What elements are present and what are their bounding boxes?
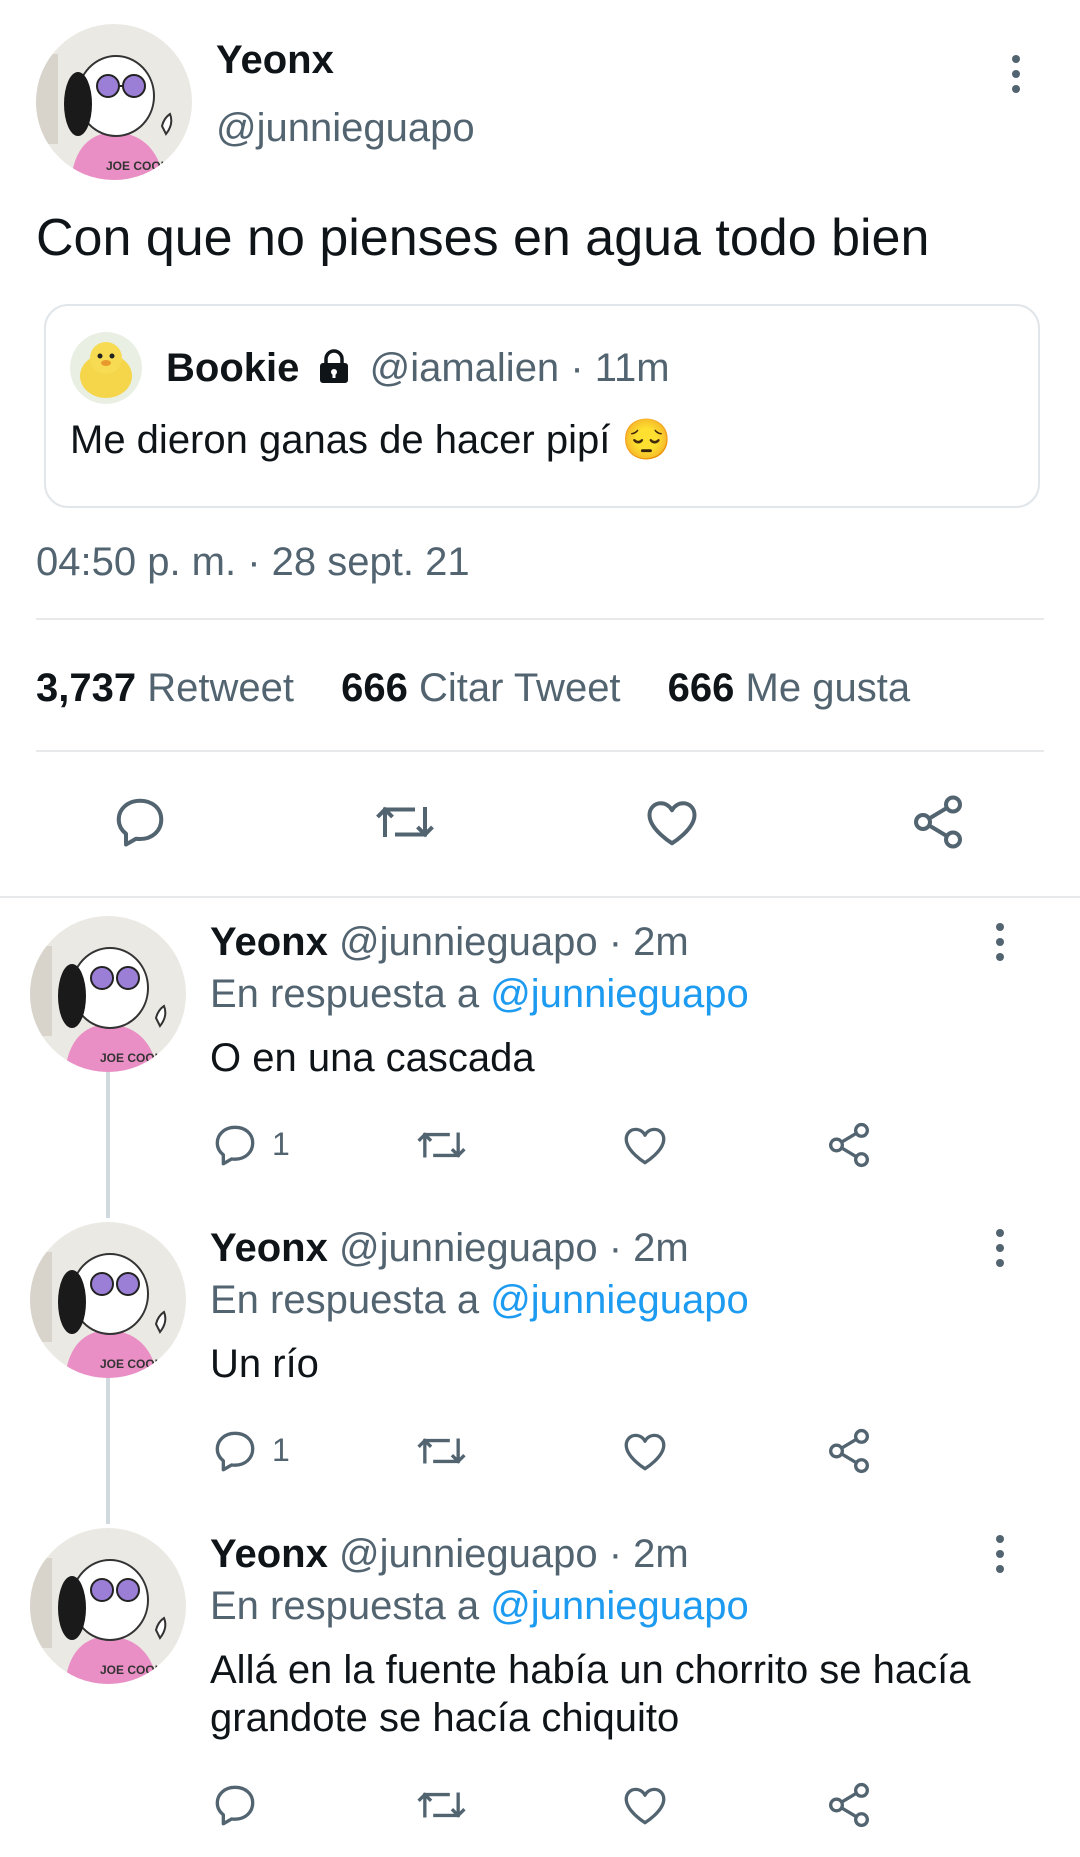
author-handle[interactable]: @junnieguapo bbox=[216, 106, 475, 151]
reply-header: Yeonx @junnieguapo · 2m bbox=[210, 1532, 689, 1577]
reply-count: 1 bbox=[272, 1432, 290, 1468]
avatar-joe-cool-label: JOE COOL bbox=[100, 1051, 162, 1065]
share-icon[interactable] bbox=[908, 792, 968, 852]
author-name[interactable]: Yeonx bbox=[216, 38, 334, 83]
retweet-icon[interactable] bbox=[414, 1780, 469, 1830]
reply-context: En respuesta a @junnieguapo bbox=[210, 1584, 749, 1628]
more-options-icon[interactable] bbox=[988, 1224, 1012, 1272]
retweet-icon[interactable] bbox=[414, 1120, 469, 1170]
share-icon[interactable] bbox=[824, 1780, 874, 1830]
reply-author-handle[interactable]: @junnieguapo bbox=[339, 920, 598, 964]
reply-avatar[interactable]: JOE COOL bbox=[30, 1528, 186, 1684]
divider-top bbox=[36, 618, 1044, 620]
reply-icon[interactable] bbox=[210, 1120, 260, 1170]
quoted-tweet-card[interactable] bbox=[44, 304, 1040, 508]
reply-context: En respuesta a @junnieguapo bbox=[210, 1278, 749, 1322]
retweet-icon[interactable] bbox=[372, 792, 438, 852]
avatar-joe-cool-label: JOE COOL bbox=[100, 1357, 162, 1371]
reply-time: · 2m bbox=[608, 920, 689, 964]
tweet-stats: 3,737 Retweet 666 Citar Tweet 666 Me gus… bbox=[36, 666, 910, 711]
reply-author-name[interactable]: Yeonx bbox=[210, 1226, 328, 1270]
lock-icon bbox=[316, 349, 352, 395]
tweet-timestamp[interactable]: 04:50 p. m. · 28 sept. 21 bbox=[36, 540, 470, 585]
reply-text: O en una cascada bbox=[210, 1036, 535, 1080]
tweet-text: Con que no pienses en agua todo bien bbox=[36, 209, 930, 267]
reply-header: Yeonx @junnieguapo · 2m bbox=[210, 1226, 689, 1271]
reply-header: Yeonx @junnieguapo · 2m bbox=[210, 920, 689, 965]
like-icon[interactable] bbox=[642, 792, 702, 852]
quoted-tweet-text: Me dieron ganas de hacer pipí 😔 bbox=[70, 418, 672, 462]
more-options-icon[interactable] bbox=[988, 918, 1012, 966]
reply-mention-link[interactable]: @junnieguapo bbox=[490, 972, 749, 1016]
section-divider bbox=[0, 896, 1080, 898]
share-icon[interactable] bbox=[824, 1120, 874, 1170]
quoted-author-avatar bbox=[70, 332, 142, 404]
author-avatar[interactable]: JOE COOL bbox=[36, 24, 192, 180]
reply-text: Allá en la fuente había un chorrito se h… bbox=[210, 1648, 971, 1740]
thread-line bbox=[106, 1378, 110, 1524]
reply-icon[interactable] bbox=[110, 792, 170, 852]
reply-avatar[interactable]: JOE COOL bbox=[30, 916, 186, 1072]
reply-icon[interactable] bbox=[210, 1780, 260, 1830]
reply-time: · 2m bbox=[608, 1532, 689, 1576]
reply-mention-link[interactable]: @junnieguapo bbox=[490, 1278, 749, 1322]
reply-avatar[interactable]: JOE COOL bbox=[30, 1222, 186, 1378]
share-icon[interactable] bbox=[824, 1426, 874, 1476]
quoted-tweet-time: · 11m bbox=[570, 346, 670, 390]
reply-text: Un río bbox=[210, 1342, 319, 1386]
avatar-joe-cool-label: JOE COOL bbox=[100, 1663, 162, 1677]
reply-icon[interactable] bbox=[210, 1426, 260, 1476]
like-icon[interactable] bbox=[620, 1120, 670, 1170]
reply-author-name[interactable]: Yeonx bbox=[210, 920, 328, 964]
reply-count: 1 bbox=[272, 1126, 290, 1162]
divider-bottom bbox=[36, 750, 1044, 752]
like-icon[interactable] bbox=[620, 1780, 670, 1830]
like-stat[interactable]: 666 Me gusta bbox=[668, 666, 910, 710]
like-icon[interactable] bbox=[620, 1426, 670, 1476]
quoted-author-handle[interactable]: @iamalien bbox=[370, 346, 560, 390]
avatar-joe-cool-label: JOE COOL bbox=[106, 159, 168, 173]
thread-line bbox=[106, 1072, 110, 1218]
quote-stat[interactable]: 666 Citar Tweet bbox=[341, 666, 620, 710]
reply-author-name[interactable]: Yeonx bbox=[210, 1532, 328, 1576]
reply-author-handle[interactable]: @junnieguapo bbox=[339, 1226, 598, 1270]
retweet-stat[interactable]: 3,737 Retweet bbox=[36, 666, 294, 710]
retweet-icon[interactable] bbox=[414, 1426, 469, 1476]
quoted-author-name[interactable]: Bookie bbox=[166, 346, 299, 390]
more-options-icon[interactable] bbox=[988, 1530, 1012, 1578]
reply-time: · 2m bbox=[608, 1226, 689, 1270]
reply-mention-link[interactable]: @junnieguapo bbox=[490, 1584, 749, 1628]
reply-author-handle[interactable]: @junnieguapo bbox=[339, 1532, 598, 1576]
more-options-icon[interactable] bbox=[1004, 50, 1028, 98]
reply-context: En respuesta a @junnieguapo bbox=[210, 972, 749, 1016]
